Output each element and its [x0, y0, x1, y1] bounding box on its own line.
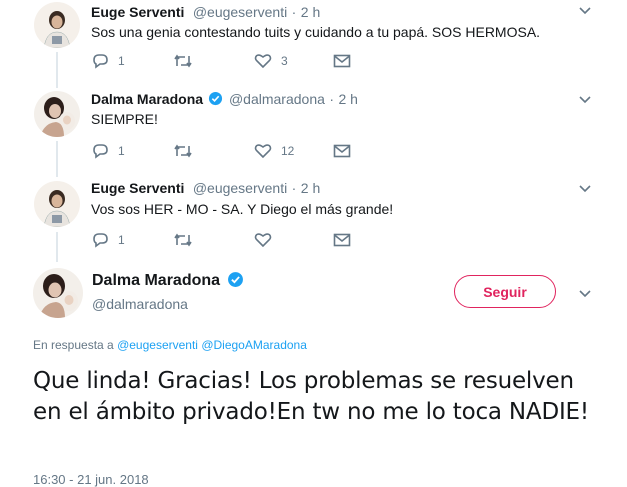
chevron-down-icon[interactable]	[579, 7, 591, 15]
verified-badge-icon	[227, 271, 243, 287]
author-handle[interactable]: @dalmaradona	[229, 91, 325, 107]
thread-connector	[56, 141, 58, 177]
author-name[interactable]: Euge Serventi	[91, 180, 184, 196]
tweet-time[interactable]: 2 h	[301, 4, 320, 20]
retweet-button[interactable]	[173, 53, 193, 69]
thread-connector	[56, 232, 58, 262]
envelope-icon	[333, 54, 351, 68]
tweet-text: Sos una genia contestando tuits y cuidan…	[91, 24, 541, 40]
separator: ·	[329, 91, 335, 107]
reply-mention-link[interactable]: @eugeserventi	[117, 338, 198, 352]
reply-button[interactable]: 1	[91, 53, 125, 69]
chevron-down-icon[interactable]	[579, 185, 591, 193]
tweet-text: SIEMPRE!	[91, 111, 158, 127]
tweet-timestamp[interactable]: 16:30 - 21 jun. 2018	[33, 472, 149, 487]
avatar[interactable]	[34, 91, 80, 137]
separator: ·	[291, 180, 297, 196]
avatar[interactable]	[34, 181, 80, 227]
author-handle[interactable]: @eugeserventi	[193, 4, 287, 20]
chevron-down-icon[interactable]	[579, 96, 591, 104]
reply-count: 1	[118, 144, 125, 158]
envelope-icon	[333, 144, 351, 158]
retweet-icon	[174, 144, 192, 158]
thread-connector	[56, 52, 58, 88]
avatar[interactable]	[33, 268, 83, 318]
like-count: 3	[281, 54, 288, 68]
reply-button[interactable]: 1	[91, 143, 125, 159]
avatar[interactable]	[34, 2, 80, 48]
heart-icon	[254, 54, 272, 69]
author-name[interactable]: Dalma Maradona	[91, 91, 203, 107]
separator: ·	[291, 4, 297, 20]
tweet-time[interactable]: 2 h	[338, 91, 357, 107]
follow-button[interactable]: Seguir	[454, 275, 556, 308]
reply-count: 1	[118, 233, 125, 247]
like-button[interactable]: 12	[254, 143, 294, 159]
author-name[interactable]: Euge Serventi	[91, 4, 184, 20]
envelope-icon	[333, 233, 351, 247]
dm-button[interactable]	[333, 144, 351, 158]
main-tweet-text: Que linda! Gracias! Los problemas se res…	[33, 368, 589, 425]
dm-button[interactable]	[333, 54, 351, 68]
author-handle[interactable]: @eugeserventi	[193, 180, 287, 196]
retweet-icon	[174, 233, 192, 247]
heart-icon	[254, 233, 272, 248]
reply-icon	[93, 54, 108, 69]
reply-mention-link[interactable]: @DiegoAMaradona	[201, 338, 307, 352]
retweet-button[interactable]	[173, 143, 193, 159]
reply-count: 1	[118, 54, 125, 68]
retweet-icon	[174, 54, 192, 68]
tweet-text: Vos sos HER - MO - SA. Y Diego el más gr…	[91, 201, 394, 217]
reply-context: En respuesta a @eugeserventi @DiegoAMara…	[33, 338, 307, 352]
heart-icon	[254, 144, 272, 159]
author-handle[interactable]: @dalmaradona	[92, 296, 188, 312]
author-name[interactable]: Dalma Maradona	[92, 272, 220, 289]
like-count: 12	[281, 144, 295, 158]
verified-badge-icon	[208, 91, 222, 105]
tweet-time[interactable]: 2 h	[301, 180, 320, 196]
like-button[interactable]: 3	[254, 53, 288, 69]
dm-button[interactable]	[333, 233, 351, 247]
reply-icon	[93, 144, 108, 159]
reply-icon	[93, 233, 108, 248]
like-button[interactable]	[254, 232, 281, 248]
chevron-down-icon[interactable]	[579, 290, 591, 298]
reply-button[interactable]: 1	[91, 232, 125, 248]
retweet-button[interactable]	[173, 232, 193, 248]
reply-prefix: En respuesta a	[33, 338, 114, 352]
